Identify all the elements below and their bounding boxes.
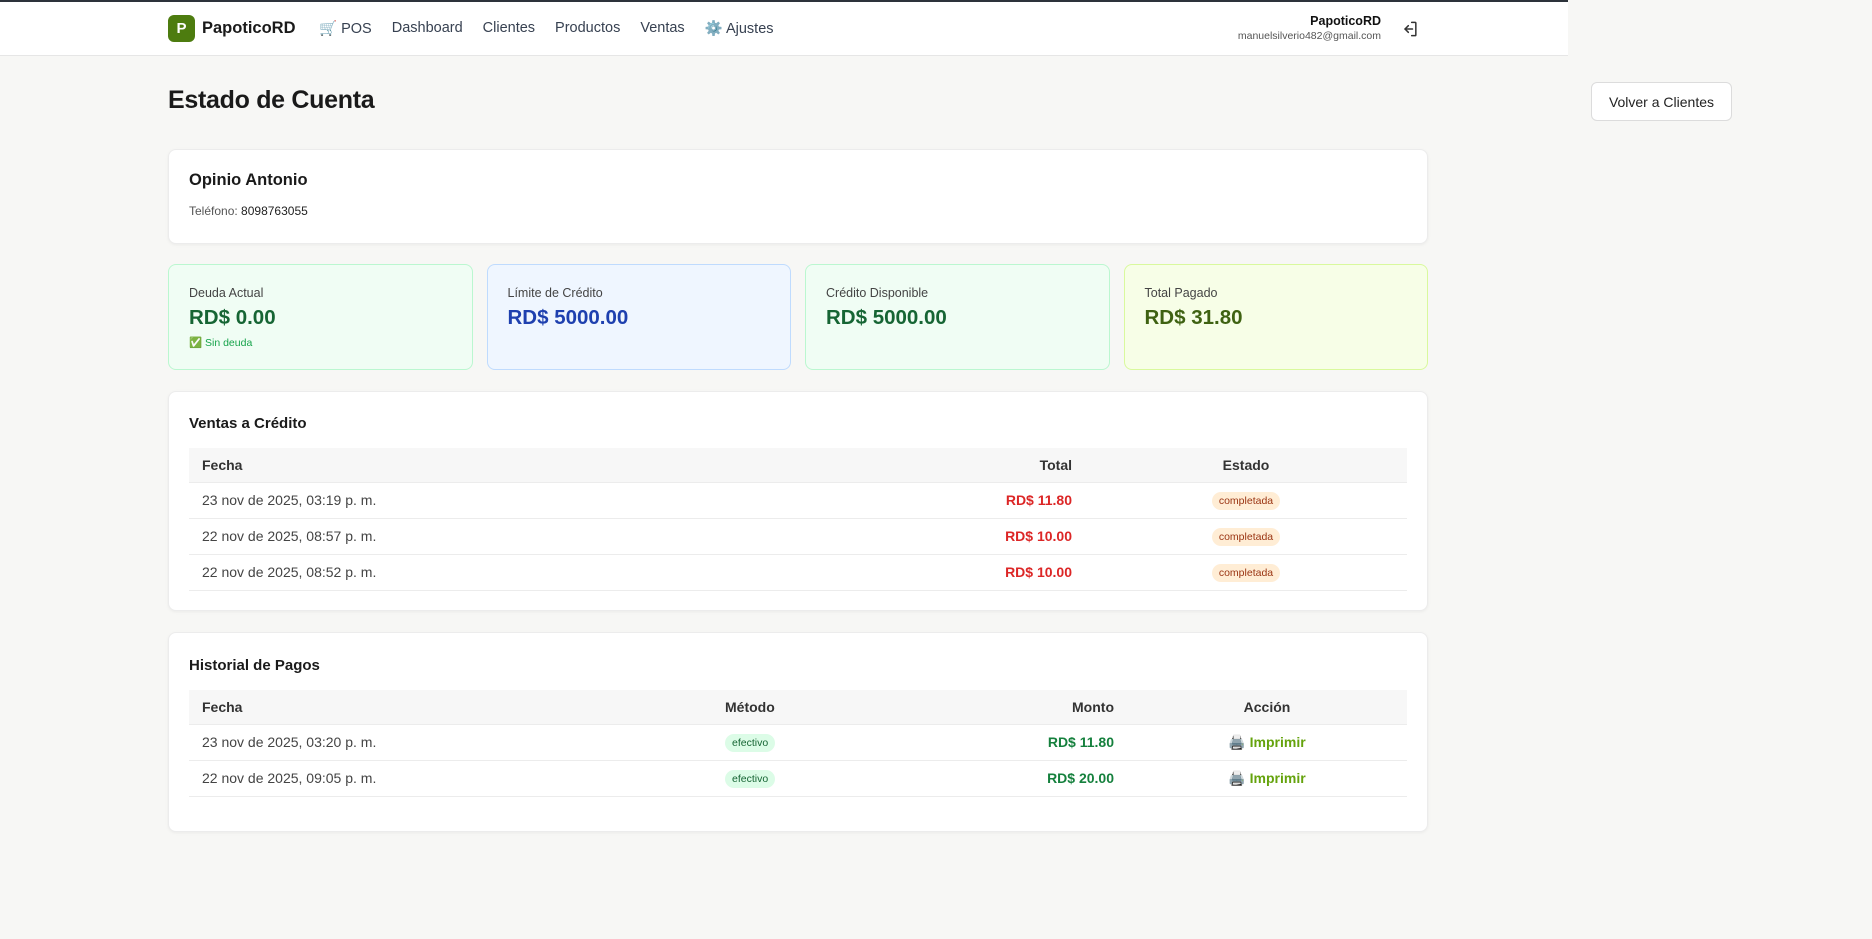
phone-label: Teléfono:: [189, 204, 238, 218]
col-header-estado: Estado: [1222, 456, 1270, 473]
stat-note: ✅ Sin deuda: [189, 337, 253, 349]
table-row: 22 nov de 2025, 08:57 p. m. RD$ 10.00 co…: [189, 517, 1407, 554]
logout-icon[interactable]: [1400, 19, 1420, 39]
stat-label: Deuda Actual: [189, 286, 264, 300]
stat-value: RD$ 5000.00: [507, 306, 629, 329]
col-header-accion: Acción: [1243, 698, 1291, 715]
payment-amount: RD$ 20.00: [942, 759, 1127, 797]
nav-item-dashboard[interactable]: Dashboard: [392, 20, 463, 37]
brand-name: PapoticoRD: [202, 19, 296, 37]
back-to-clients-button[interactable]: Volver a Clientes: [1590, 82, 1732, 121]
brand-logo: P: [168, 15, 195, 42]
nav-item-clientes[interactable]: Clientes: [483, 20, 535, 37]
nav-item-ajustes[interactable]: ⚙️ Ajustes: [705, 20, 774, 37]
table-row: 22 nov de 2025, 08:52 p. m. RD$ 10.00 co…: [189, 553, 1407, 591]
table-row: 22 nov de 2025, 09:05 p. m. efectivo RD$…: [189, 759, 1407, 797]
stat-total-pagado: Total Pagado RD$ 31.80: [1123, 264, 1428, 370]
print-button[interactable]: 🖨️ Imprimir: [1228, 770, 1305, 786]
payment-history-table: Fecha Método Monto Acción 23 nov de 2025…: [189, 690, 1407, 797]
method-badge: efectivo: [725, 733, 776, 752]
col-header-total: Total: [1039, 456, 1072, 473]
page-title: Estado de Cuenta: [168, 86, 375, 114]
table-row: 23 nov de 2025, 03:20 p. m. efectivo RD$…: [189, 723, 1407, 760]
payment-date: 22 nov de 2025, 09:05 p. m.: [189, 759, 712, 797]
status-badge: completada: [1211, 491, 1281, 510]
sale-date: 22 nov de 2025, 08:57 p. m.: [189, 517, 909, 554]
sale-date: 22 nov de 2025, 08:52 p. m.: [189, 553, 909, 591]
stat-label: Límite de Crédito: [507, 286, 603, 300]
sale-total: RD$ 11.80: [909, 481, 1085, 518]
credit-sales-table: Fecha Total Estado 23 nov de 2025, 03:19…: [189, 448, 1407, 591]
status-badge: completada: [1211, 527, 1281, 546]
client-name: Opinio Antonio: [189, 171, 308, 189]
col-header-fecha: Fecha: [202, 698, 243, 715]
sale-total: RD$ 10.00: [909, 553, 1085, 591]
stat-deuda-actual: Deuda Actual RD$ 0.00 ✅ Sin deuda: [168, 264, 473, 370]
account-stats: Deuda Actual RD$ 0.00 ✅ Sin deuda Límite…: [168, 264, 1428, 370]
stat-label: Crédito Disponible: [826, 286, 929, 300]
payment-date: 23 nov de 2025, 03:20 p. m.: [189, 723, 712, 760]
payment-history-card: Historial de Pagos Fecha Método Monto Ac…: [168, 632, 1428, 832]
client-phone: Teléfono: 8098763055: [189, 204, 1407, 218]
brand[interactable]: P PapoticoRD: [168, 15, 296, 42]
top-navbar: P PapoticoRD 🛒 POS Dashboard Clientes Pr…: [0, 2, 1568, 56]
stat-label: Total Pagado: [1144, 286, 1218, 300]
nav-item-pos[interactable]: 🛒 POS: [319, 20, 372, 37]
user-email: manuelsilverio482@gmail.com: [1237, 30, 1381, 42]
section-title: Historial de Pagos: [189, 657, 320, 674]
stat-value: RD$ 0.00: [189, 306, 276, 329]
print-button[interactable]: 🖨️ Imprimir: [1228, 734, 1305, 750]
col-header-monto: Monto: [1072, 698, 1114, 715]
stat-credito-disponible: Crédito Disponible RD$ 5000.00: [805, 264, 1110, 370]
table-row: 23 nov de 2025, 03:19 p. m. RD$ 11.80 co…: [189, 481, 1407, 518]
main-nav: 🛒 POS Dashboard Clientes Productos Venta…: [319, 20, 774, 37]
nav-item-ventas[interactable]: Ventas: [640, 20, 684, 37]
user-name: PapoticoRD: [1310, 14, 1381, 28]
col-header-metodo: Método: [725, 698, 775, 715]
credit-sales-card: Ventas a Crédito Fecha Total Estado 23 n…: [168, 391, 1428, 611]
client-card: Opinio Antonio Teléfono: 8098763055: [168, 149, 1428, 244]
method-badge: efectivo: [725, 769, 776, 788]
col-header-fecha: Fecha: [202, 456, 243, 473]
user-info: PapoticoRD manuelsilverio482@gmail.com: [1238, 14, 1381, 42]
section-title: Ventas a Crédito: [189, 415, 307, 432]
sale-date: 23 nov de 2025, 03:19 p. m.: [189, 481, 909, 518]
phone-value: 8098763055: [241, 204, 308, 218]
sale-total: RD$ 10.00: [909, 517, 1085, 554]
status-badge: completada: [1211, 563, 1281, 582]
stat-value: RD$ 31.80: [1144, 306, 1243, 329]
payment-amount: RD$ 11.80: [942, 723, 1127, 760]
nav-item-productos[interactable]: Productos: [555, 20, 620, 37]
stat-value: RD$ 5000.00: [826, 306, 947, 329]
stat-limite-credito: Límite de Crédito RD$ 5000.00: [486, 264, 791, 370]
